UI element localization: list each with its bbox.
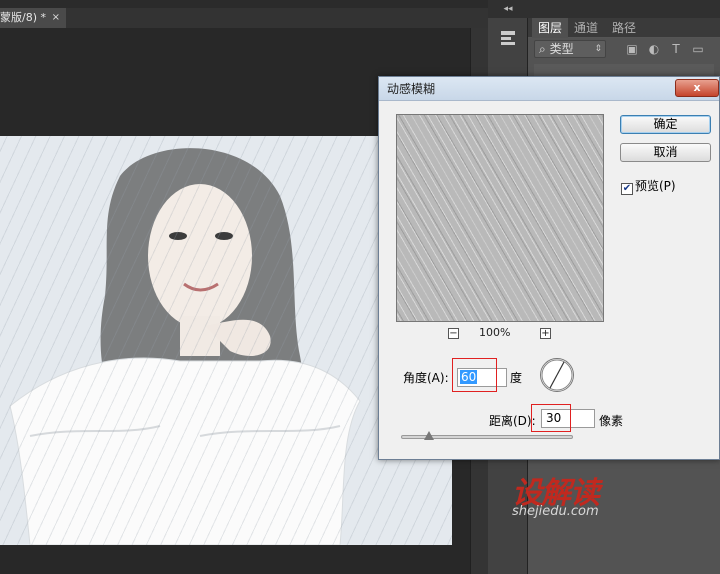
layer-filter-select[interactable]: ⌕ 类型 ⇕ bbox=[534, 40, 606, 58]
close-icon[interactable]: × bbox=[52, 8, 60, 28]
top-strip bbox=[0, 0, 488, 8]
search-icon: ⌕ bbox=[539, 42, 546, 56]
tab-layers[interactable]: 图层 bbox=[532, 18, 569, 38]
angle-unit: 度 bbox=[510, 371, 523, 385]
ok-button[interactable]: 确定 bbox=[620, 115, 711, 134]
tab-paths[interactable]: 路径 bbox=[606, 18, 642, 38]
document-tab[interactable]: 蒙版/8) * × bbox=[0, 8, 66, 28]
angle-label: 角度(A): bbox=[403, 371, 449, 385]
zoom-out-button[interactable]: − bbox=[448, 328, 459, 339]
zoom-level: 100% bbox=[479, 326, 511, 339]
dialog-close-button[interactable]: x bbox=[675, 79, 719, 97]
angle-highlight-box bbox=[452, 358, 497, 392]
distance-highlight-box bbox=[531, 404, 571, 432]
distance-unit: 像素 bbox=[599, 414, 624, 428]
preview-checkbox[interactable]: ✔ 预览(P) bbox=[621, 177, 676, 195]
text-filter-icon[interactable]: T bbox=[668, 40, 684, 58]
checkbox-checked-icon[interactable]: ✔ bbox=[621, 183, 633, 195]
distance-label: 距离(D): bbox=[489, 414, 536, 428]
distance-slider-thumb[interactable] bbox=[424, 431, 434, 440]
zoom-in-button[interactable]: + bbox=[540, 328, 551, 339]
layers-panel-tabs: 图层 通道 路径 bbox=[528, 18, 720, 38]
dialog-titlebar[interactable]: 动感模糊 bbox=[379, 77, 719, 101]
preview-checkbox-label: 预览(P) bbox=[635, 179, 676, 193]
shape-filter-icon[interactable]: ▭ bbox=[690, 40, 706, 58]
cancel-button[interactable]: 取消 bbox=[620, 143, 711, 162]
properties-panel-icon[interactable] bbox=[497, 28, 519, 54]
tab-channels[interactable]: 通道 bbox=[568, 18, 604, 38]
updown-chevron-icon: ⇕ bbox=[594, 44, 602, 54]
filter-kind-label: 类型 bbox=[549, 42, 574, 56]
collapse-dock-icon[interactable]: ◂◂ bbox=[488, 0, 528, 18]
tab-bar bbox=[66, 8, 488, 28]
panel-header-strip bbox=[528, 0, 720, 18]
watermark-url: shejiedu.com bbox=[512, 504, 599, 519]
blur-preview[interactable] bbox=[396, 114, 604, 322]
watermark: 设解读 shejiedu.com bbox=[512, 468, 642, 520]
dialog-title: 动感模糊 bbox=[387, 82, 436, 96]
image-filter-icon[interactable]: ▣ bbox=[624, 40, 640, 58]
document-tab-label: 蒙版/8) * bbox=[0, 11, 46, 24]
angle-dial-needle-icon bbox=[541, 359, 573, 391]
adjustment-filter-icon[interactable]: ◐ bbox=[646, 40, 662, 58]
angle-dial[interactable] bbox=[540, 358, 574, 392]
preview-texture bbox=[397, 115, 603, 321]
motion-blur-dialog: 动感模糊 x − 100% + 确定 取消 ✔ 预览(P) 角度(A): 60 度… bbox=[378, 76, 720, 460]
